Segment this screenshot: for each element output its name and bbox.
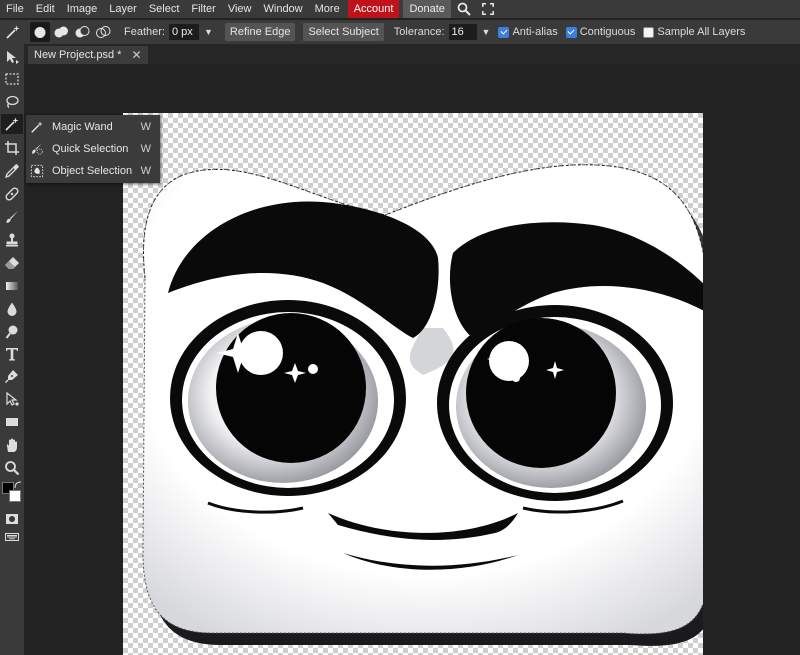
menu-window[interactable]: Window [258,0,309,18]
tools-panel [0,44,24,655]
selection-mode-group [30,22,114,42]
flyout-label: Magic Wand [52,121,113,133]
checkbox-checked-icon [498,26,510,38]
pen-tool-icon[interactable] [1,366,23,386]
flyout-label: Quick Selection [52,143,129,155]
selection-tools-flyout: Magic Wand W Quick Selection W Object Se… [26,115,160,183]
eraser-tool-icon[interactable] [1,253,23,273]
intersect-selection-icon[interactable] [93,22,113,42]
document-canvas[interactable] [123,113,703,655]
flyout-shortcut: W [140,121,151,133]
swap-colors-icon[interactable] [14,480,22,489]
eyedropper-tool-icon[interactable] [1,161,23,181]
refine-edge-button[interactable]: Refine Edge [224,23,296,41]
feather-input[interactable] [168,24,199,40]
quick-mask-icon[interactable] [1,509,23,529]
zoom-tool-icon[interactable] [1,458,23,478]
contiguous-checkbox[interactable]: Contiguous [565,26,636,38]
tolerance-label: Tolerance: [393,26,445,38]
feather-dropdown-icon[interactable]: ▼ [204,27,213,37]
menu-edit[interactable]: Edit [30,0,61,18]
anti-alias-label: Anti-alias [512,26,558,38]
brush-tool-icon[interactable] [1,207,23,227]
magic-wand-tool-icon[interactable] [1,114,23,134]
menu-filter[interactable]: Filter [185,0,221,18]
menu-image[interactable]: Image [61,0,104,18]
rectangle-tool-icon[interactable] [1,412,23,432]
flyout-label: Object Selection [52,165,133,177]
lasso-tool-icon[interactable] [1,92,23,112]
flyout-item-magic-wand[interactable]: Magic Wand W [26,116,160,138]
face-artwork [142,164,703,646]
blur-tool-icon[interactable] [1,299,23,319]
tolerance-input[interactable] [448,24,477,40]
new-selection-icon[interactable] [30,22,50,42]
gradient-tool-icon[interactable] [1,276,23,296]
clone-stamp-tool-icon[interactable] [1,230,23,250]
keyboard-icon[interactable] [1,527,23,547]
magic-wand-icon [2,21,24,43]
add-to-selection-icon[interactable] [51,22,71,42]
checkbox-unchecked-icon [643,26,655,38]
magic-wand-icon [30,120,44,134]
search-icon[interactable] [453,0,475,18]
document-tab-bar: New Project.psd * ✕ [24,44,800,64]
menu-view[interactable]: View [222,0,258,18]
crop-tool-icon[interactable] [1,138,23,158]
menu-more[interactable]: More [309,0,346,18]
contiguous-label: Contiguous [579,26,636,38]
menu-bar: File Edit Image Layer Select Filter View… [0,0,800,18]
tab-label: New Project.psd * [34,49,122,61]
fullscreen-icon[interactable] [477,0,499,18]
background-color-swatch[interactable] [9,490,21,502]
options-bar: Feather: ▼ Refine Edge Select Subject To… [0,20,800,44]
close-icon[interactable]: ✕ [131,48,141,62]
menu-file[interactable]: File [0,0,30,18]
dodge-tool-icon[interactable] [1,322,23,342]
checkbox-checked-icon [565,26,577,38]
menu-layer[interactable]: Layer [103,0,143,18]
sample-all-layers-checkbox[interactable]: Sample All Layers [643,26,745,38]
marquee-tool-icon[interactable] [1,69,23,89]
tolerance-dropdown-icon[interactable]: ▼ [482,27,491,37]
move-tool-icon[interactable] [1,47,23,67]
flyout-item-quick-selection[interactable]: Quick Selection W [26,138,160,160]
flyout-shortcut: W [140,165,151,177]
flyout-shortcut: W [140,143,151,155]
sample-all-layers-label: Sample All Layers [657,26,746,38]
hand-tool-icon[interactable] [1,435,23,455]
quick-selection-icon [30,142,44,156]
flyout-item-object-selection[interactable]: Object Selection W [26,160,160,182]
feather-label: Feather: [124,26,165,38]
anti-alias-checkbox[interactable]: Anti-alias [498,26,558,38]
menu-select[interactable]: Select [143,0,186,18]
select-subject-button[interactable]: Select Subject [303,23,384,41]
tab-new-project[interactable]: New Project.psd * ✕ [28,46,148,64]
path-select-tool-icon[interactable] [1,389,23,409]
object-selection-icon [30,164,44,178]
right-pupil [466,318,616,468]
donate-button[interactable]: Donate [403,0,451,18]
type-tool-icon[interactable] [1,344,23,364]
account-button[interactable]: Account [347,0,400,18]
healing-brush-tool-icon[interactable] [1,184,23,204]
subtract-from-selection-icon[interactable] [72,22,92,42]
